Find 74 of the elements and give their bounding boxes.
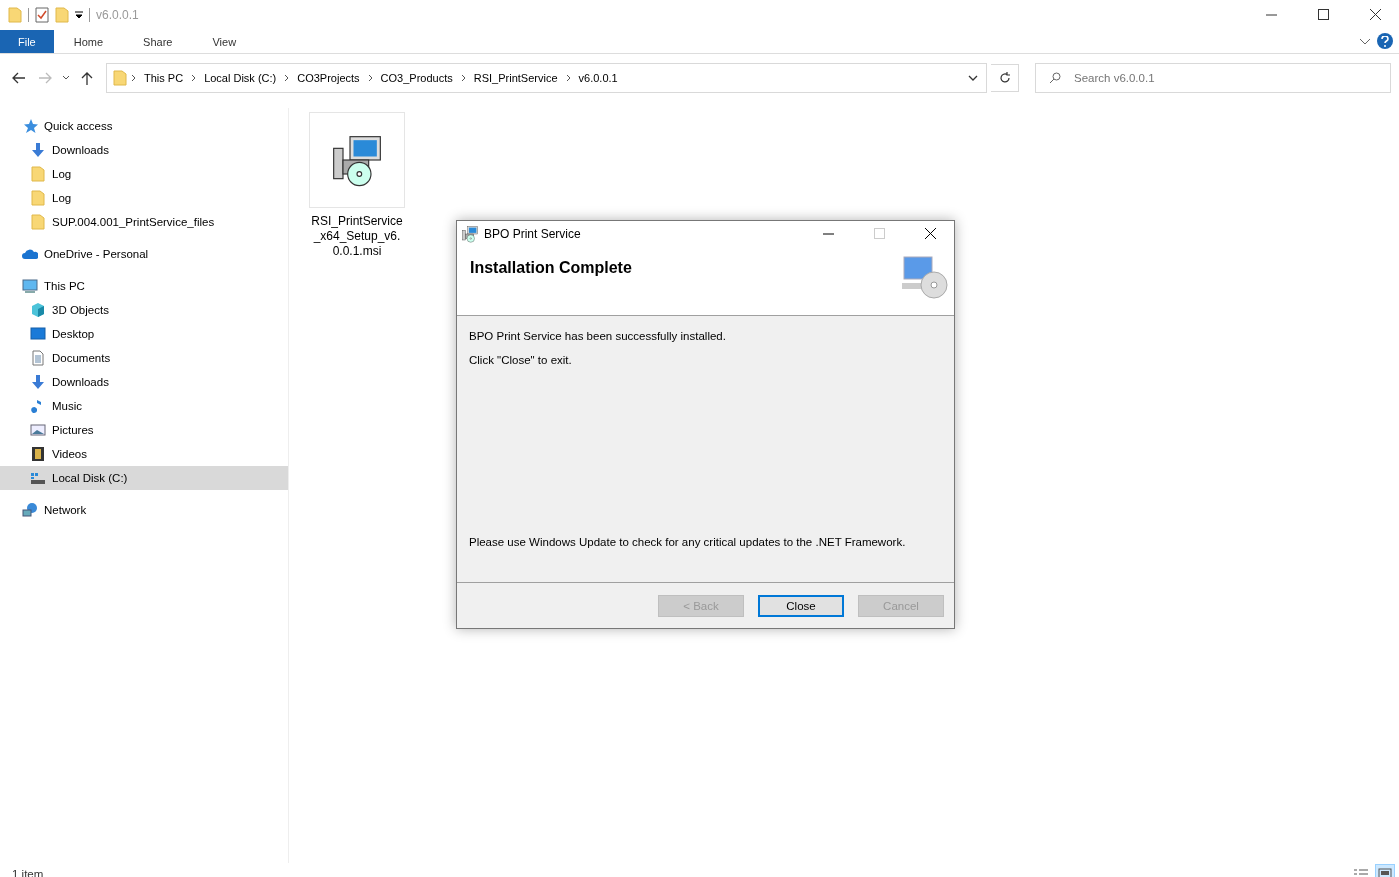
ribbon-tab[interactable]: View [192, 30, 257, 53]
maximize-icon[interactable] [1318, 9, 1330, 21]
properties-icon[interactable] [35, 7, 49, 23]
ribbon-tab[interactable]: Home [53, 30, 124, 53]
dialog-title: BPO Print Service [484, 227, 581, 241]
nav-item[interactable]: SUP.004.001_PrintService_files [0, 210, 288, 234]
search-field[interactable]: Search v6.0.0.1 [1035, 63, 1391, 93]
expand-ribbon-icon[interactable] [1359, 38, 1371, 46]
folder-icon [30, 190, 46, 206]
nav-item[interactable]: 3D Objects [0, 298, 288, 322]
nav-item[interactable]: Log [0, 186, 288, 210]
document-icon [30, 350, 46, 366]
chevron-right-icon [131, 74, 136, 82]
back-arrow-icon[interactable] [12, 72, 26, 84]
network-icon [22, 502, 38, 518]
nav-item[interactable]: Documents [0, 346, 288, 370]
desktop-icon [30, 326, 46, 342]
star-icon [22, 118, 38, 134]
dialog-message: BPO Print Service has been successfully installed. [469, 330, 727, 342]
ribbon-tab[interactable]: File [0, 30, 54, 53]
nav-item[interactable]: Videos [0, 442, 288, 466]
refresh-icon[interactable] [998, 72, 1011, 84]
up-arrow-icon[interactable] [81, 71, 93, 85]
nav-item[interactable]: Quick access [0, 114, 288, 138]
computer-disc-icon [902, 255, 948, 299]
chevron-down-icon[interactable] [62, 75, 70, 81]
search-icon [1049, 72, 1061, 84]
close-icon[interactable] [925, 228, 937, 240]
cube-icon [30, 302, 46, 318]
chevron-down-icon[interactable] [968, 75, 978, 81]
drive-icon [30, 470, 46, 486]
help-icon[interactable] [1377, 33, 1393, 49]
nav-item[interactable]: Music [0, 394, 288, 418]
folder-icon [30, 214, 46, 230]
breadcrumb-item[interactable]: This PC [140, 72, 188, 84]
folder-icon [8, 7, 22, 23]
window-title: v6.0.0.1 [96, 8, 139, 22]
breadcrumb-item[interactable]: Local Disk (C:) [200, 72, 281, 84]
nav-item[interactable]: Downloads [0, 138, 288, 162]
installer-icon [461, 225, 479, 243]
nav-item[interactable]: Pictures [0, 418, 288, 442]
dropdown-icon[interactable] [75, 11, 83, 19]
chevron-right-icon [367, 74, 373, 82]
monitor-icon [22, 278, 38, 294]
dialog-note: Please use Windows Update to check for any critical updates to the .NET Framework. [469, 536, 907, 548]
nav-item[interactable]: Log [0, 162, 288, 186]
address-bar[interactable]: This PC Local Disk (C:) CO3Projects CO3_Products RSI_PrintService v6.0.0.1 [106, 63, 987, 93]
nav-item[interactable]: Downloads [0, 370, 288, 394]
download-arrow-icon [30, 374, 46, 390]
nav-item[interactable]: This PC [0, 274, 288, 298]
chevron-right-icon [191, 74, 197, 82]
breadcrumb-item[interactable]: CO3_Products [376, 72, 457, 84]
nav-item[interactable]: Network [0, 498, 288, 522]
breadcrumb-item[interactable]: CO3Projects [293, 72, 364, 84]
new-folder-icon [55, 7, 69, 23]
nav-item[interactable]: OneDrive - Personal [0, 242, 288, 266]
ribbon-tab[interactable]: Share [123, 30, 193, 53]
dialog-message: Click "Close" to exit. [469, 354, 573, 366]
large-icons-view-icon [1378, 868, 1392, 877]
nav-item[interactable]: Local Disk (C:) [0, 466, 288, 490]
film-icon [30, 446, 46, 462]
folder-icon [113, 70, 127, 86]
chevron-right-icon [565, 74, 571, 82]
dialog-heading: Installation Complete [470, 259, 632, 278]
folder-icon [30, 166, 46, 182]
nav-item[interactable]: Desktop [0, 322, 288, 346]
dialog-button[interactable]: Close [758, 594, 844, 617]
download-arrow-icon [30, 142, 46, 158]
chevron-right-icon [284, 74, 290, 82]
breadcrumb-item[interactable]: RSI_PrintService [469, 72, 562, 84]
close-icon[interactable] [1370, 9, 1382, 21]
chevron-right-icon [460, 74, 466, 82]
breadcrumb-item[interactable]: v6.0.0.1 [574, 72, 622, 84]
picture-icon [30, 422, 46, 438]
